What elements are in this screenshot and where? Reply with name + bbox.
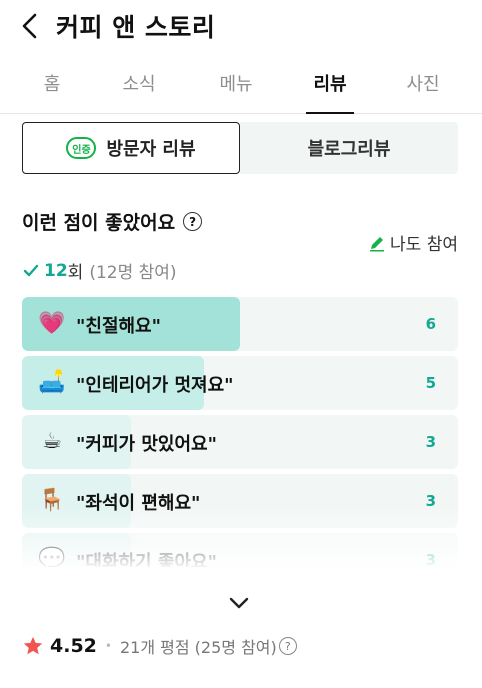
check-icon: [23, 264, 39, 276]
highlight-count-value: 3: [425, 551, 436, 567]
blog-review-label: 블로그리뷰: [307, 139, 391, 160]
highlight-count-value: 3: [425, 492, 436, 510]
separator-dot: •: [104, 639, 112, 653]
highlight-count-value: 3: [425, 433, 436, 451]
highlight-item[interactable]: 🪑 "좌석이 편해요" 3: [22, 474, 458, 528]
rating-help-icon[interactable]: ?: [278, 637, 297, 655]
active-tab-indicator: [306, 112, 354, 114]
armchair-icon: 🪑: [38, 488, 66, 513]
star-icon: [23, 636, 43, 655]
tab-home[interactable]: 홈: [42, 70, 62, 96]
sofa-icon: 🛋️: [38, 370, 66, 395]
tab-reviews[interactable]: 리뷰: [308, 70, 352, 96]
highlight-item[interactable]: 💬 "대화하기 좋아요" 3: [22, 533, 458, 567]
tab-photos[interactable]: 사진: [403, 70, 443, 96]
chevron-down-icon[interactable]: [227, 594, 251, 612]
tab-bar: 홈 소식 메뉴 리뷰 사진: [0, 56, 482, 114]
back-arrow-icon[interactable]: [18, 10, 42, 42]
heart-face-icon: 💗: [38, 311, 66, 336]
blog-review-toggle[interactable]: 블로그리뷰: [240, 122, 458, 174]
highlight-bar-list: 💗 "친절해요" 6 🛋️ "인테리어가 멋져요" 5 ☕ "커피가 맛있어요"…: [22, 297, 458, 567]
highlight-count: 12 회 (12명 참여): [22, 258, 177, 283]
highlight-label: "친절해요": [76, 316, 161, 337]
rating-value: 4.52: [50, 635, 97, 657]
tab-menu[interactable]: 메뉴: [216, 70, 256, 96]
highlight-count-value: 5: [425, 374, 436, 392]
rating-count: 21개 평점 (25명 참여): [119, 638, 277, 657]
page-title: 커피 앤 스토리: [56, 13, 216, 42]
highlights-title-text: 이런 점이 좋았어요: [22, 212, 176, 234]
visitor-review-label: 방문자 리뷰: [106, 139, 196, 160]
highlight-count-value: 6: [425, 315, 436, 333]
coffee-icon: ☕: [42, 429, 62, 454]
certified-badge-icon: 인증: [66, 137, 97, 159]
join-review-label: 나도 참여: [390, 235, 458, 255]
highlight-label: "대화하기 좋아요": [76, 552, 217, 567]
highlight-label: "커피가 맛있어요": [76, 434, 217, 455]
highlight-label: "좌석이 편해요": [76, 493, 201, 514]
tab-news[interactable]: 소식: [119, 70, 159, 96]
chat-icon: 💬: [38, 547, 66, 567]
pencil-icon: [370, 236, 385, 251]
app-header: 커피 앤 스토리: [0, 0, 482, 52]
join-review-button[interactable]: 나도 참여: [368, 230, 458, 255]
rating-summary: 4.52 • 21개 평점 (25명 참여) ?: [22, 634, 297, 658]
highlight-item[interactable]: ☕ "커피가 맛있어요" 3: [22, 415, 458, 469]
highlight-item[interactable]: 💗 "친절해요" 6: [22, 297, 458, 351]
participant-count: (12명 참여): [89, 263, 177, 283]
highlight-item[interactable]: 🛋️ "인테리어가 멋져요" 5: [22, 356, 458, 410]
highlight-count-number: 12: [44, 260, 68, 281]
visitor-review-toggle[interactable]: 인증 방문자 리뷰: [22, 122, 240, 174]
highlight-count-suffix: 회: [67, 263, 84, 283]
highlights-title: 이런 점이 좋았어요 ?: [22, 208, 203, 235]
highlight-label: "인테리어가 멋져요": [76, 375, 234, 396]
help-icon[interactable]: ?: [183, 212, 203, 231]
